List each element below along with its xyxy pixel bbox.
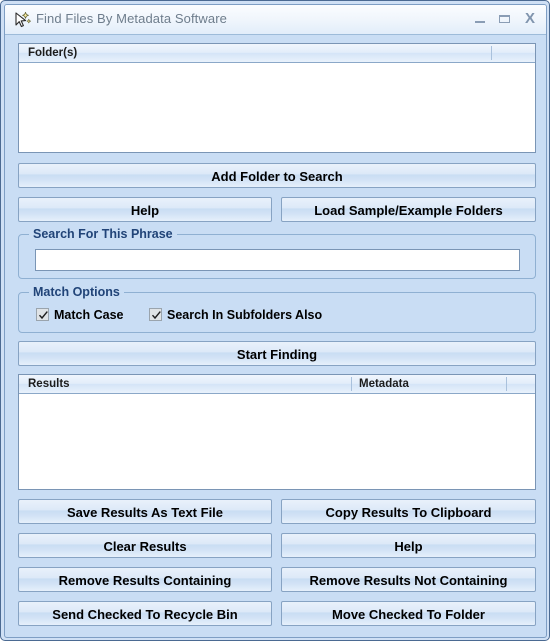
remove-not-containing-label: Remove Results Not Containing [309,573,508,588]
save-results-as-text-file-button[interactable]: Save Results As Text File [18,499,272,524]
column-divider[interactable] [506,377,507,391]
results-listview[interactable]: Results Metadata [18,374,536,490]
remove-containing-label: Remove Results Containing [58,573,232,588]
clear-results-button[interactable]: Clear Results [18,533,272,558]
minimize-icon [475,21,485,23]
start-finding-label: Start Finding [236,347,318,362]
folders-listview-body[interactable] [19,63,535,152]
copy-results-label: Copy Results To Clipboard [325,505,492,520]
help-top-button[interactable]: Help [18,197,272,222]
send-checked-to-recycle-bin-button[interactable]: Send Checked To Recycle Bin [18,601,272,626]
window-client-area: Find Files By Metadata Software X Folder… [4,4,547,638]
search-phrase-group-label: Search For This Phrase [29,227,177,241]
metadata-column-header[interactable]: Metadata [359,375,504,393]
clear-results-label: Clear Results [103,539,187,554]
results-column-header[interactable]: Results [28,375,348,393]
folders-listview-header: Folder(s) [19,44,535,63]
move-folder-label: Move Checked To Folder [332,607,485,622]
window-title: Find Files By Metadata Software [36,11,227,26]
load-sample-label: Load Sample/Example Folders [314,203,503,218]
results-listview-header: Results Metadata [19,375,535,394]
start-finding-button[interactable]: Start Finding [18,341,536,366]
search-phrase-groupbox: Search For This Phrase [18,227,536,279]
match-options-group-label: Match Options [29,285,124,299]
title-bar: Find Files By Metadata Software X [5,5,546,35]
add-folder-label: Add Folder to Search [211,169,343,184]
close-icon: X [524,10,535,27]
maximize-button[interactable] [494,9,516,29]
match-options-groupbox: Match Options Match Case Search In Subfo… [18,285,536,333]
add-folder-to-search-button[interactable]: Add Folder to Search [18,163,536,188]
application-window: Find Files By Metadata Software X Folder… [0,0,550,641]
column-divider[interactable] [351,377,352,391]
maximize-icon [499,15,510,23]
save-results-label: Save Results As Text File [66,505,224,520]
copy-results-to-clipboard-button[interactable]: Copy Results To Clipboard [281,499,536,524]
search-phrase-input[interactable] [35,249,520,271]
help-top-label: Help [130,203,160,218]
folders-column-header[interactable]: Folder(s) [28,44,498,62]
results-listview-body[interactable] [19,394,535,489]
move-checked-to-folder-button[interactable]: Move Checked To Folder [281,601,536,626]
help-bottom-button[interactable]: Help [281,533,536,558]
match-case-label: Match Case [54,308,124,322]
minimize-button[interactable] [469,9,491,29]
check-icon [38,311,48,320]
remove-results-containing-button[interactable]: Remove Results Containing [18,567,272,592]
remove-results-not-containing-button[interactable]: Remove Results Not Containing [281,567,536,592]
cursor-sparkle-icon [12,10,32,30]
column-divider[interactable] [491,46,492,60]
search-subfolders-label: Search In Subfolders Also [167,308,323,322]
close-button[interactable]: X [519,9,541,29]
folders-listview[interactable]: Folder(s) [18,43,536,153]
check-icon [151,311,161,320]
load-sample-folders-button[interactable]: Load Sample/Example Folders [281,197,536,222]
send-recycle-label: Send Checked To Recycle Bin [52,607,238,622]
checkbox-box[interactable] [36,308,49,321]
checkbox-box[interactable] [149,308,162,321]
help-bottom-label: Help [394,539,423,554]
